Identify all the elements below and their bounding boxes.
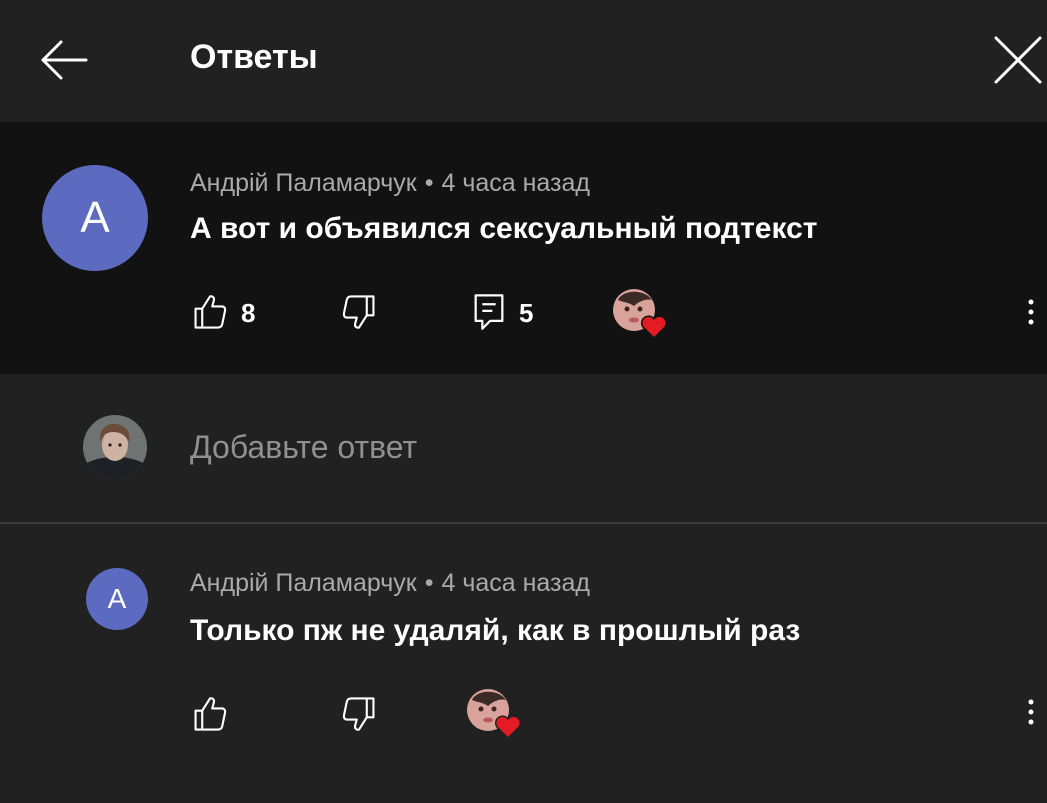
thumbs-up-icon [194, 295, 227, 329]
reply-comment: A Андрій Паламарчук • 4 часа назад Только … [0, 524, 1047, 803]
like-button[interactable] [190, 694, 230, 734]
meta-separator: • [424, 569, 434, 597]
close-icon [994, 36, 1042, 84]
comment-text: Только пж не удаляй, как в прошлый раз [190, 614, 801, 647]
comment-meta: Андрій Паламарчук • 4 часа назад [190, 169, 590, 198]
user-photo-icon [83, 415, 147, 479]
dislike-button[interactable] [339, 292, 379, 332]
more-options-button[interactable] [1021, 692, 1041, 732]
parent-comment: A Андрій Паламарчук • 4 часа назад А вот и… [0, 122, 1047, 374]
reply-count: 5 [519, 298, 534, 328]
more-options-button[interactable] [1021, 292, 1041, 332]
close-button[interactable] [988, 30, 1047, 90]
user-avatar[interactable] [83, 415, 147, 479]
comment-text: А вот и объявился сексуальный подтекст [190, 212, 818, 245]
avatar[interactable]: A [42, 165, 148, 271]
avatar-letter: A [107, 583, 127, 614]
thumbs-up-icon [194, 697, 227, 731]
avatar-letter: A [80, 193, 110, 242]
timestamp: 4 часа назад [441, 169, 590, 197]
replies-button[interactable] [471, 292, 511, 332]
page-title: Ответы [190, 38, 318, 76]
header: Ответы [0, 0, 1047, 122]
thumbs-down-icon [342, 295, 375, 329]
meta-separator: • [424, 169, 434, 197]
creator-heart [466, 688, 526, 744]
back-button[interactable] [34, 30, 94, 90]
more-vert-icon [1028, 699, 1034, 725]
timestamp: 4 часа назад [441, 569, 590, 597]
like-count: 8 [241, 298, 256, 328]
author-name[interactable]: Андрій Паламарчук [190, 569, 417, 597]
comment-icon [474, 294, 504, 330]
comment-meta: Андрій Паламарчук • 4 часа назад [190, 569, 590, 598]
like-button[interactable] [190, 292, 240, 332]
add-reply-section [0, 374, 1047, 522]
creator-heart [612, 288, 672, 344]
author-name[interactable]: Андрій Паламарчук [190, 169, 417, 197]
avatar[interactable]: A [86, 568, 148, 630]
dislike-button[interactable] [339, 694, 379, 734]
creator-heart-icon [467, 689, 522, 740]
reply-input[interactable] [190, 424, 890, 470]
thumbs-down-icon [342, 697, 375, 731]
creator-heart-icon [613, 289, 668, 340]
arrow-left-icon [41, 40, 88, 80]
more-vert-icon [1028, 299, 1034, 325]
